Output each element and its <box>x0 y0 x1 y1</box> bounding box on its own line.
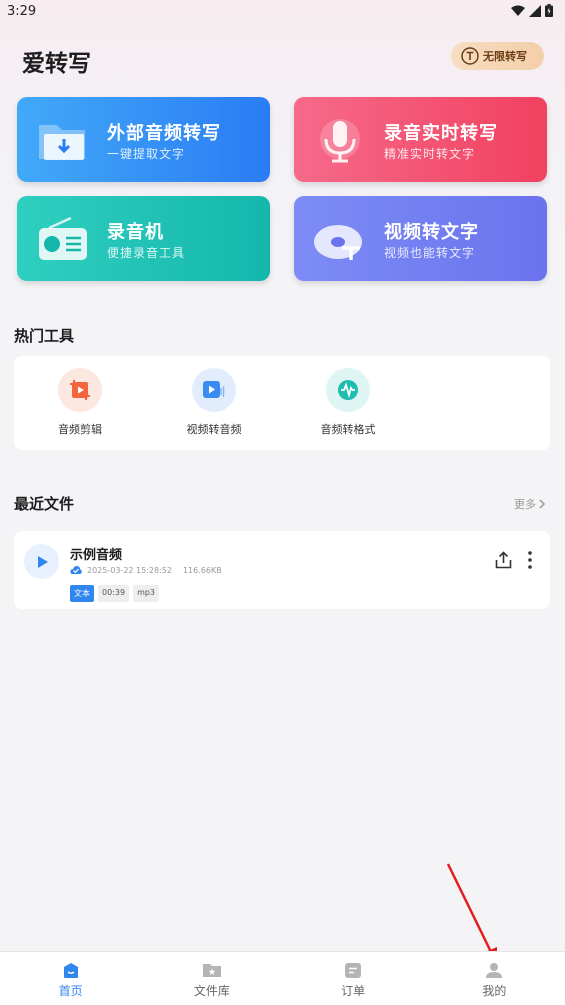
file-date: 2025-03-22 15:28:52 <box>87 565 172 575</box>
bottom-tabbar: 首页 文件库 订单 我的 <box>0 951 565 1005</box>
recent-file-item[interactable]: 示例音频 2025-03-22 15:28:52 116.66KB 文本 00:… <box>14 531 550 609</box>
recorder-card[interactable]: 录音机 便捷录音工具 <box>17 196 270 281</box>
realtime-record-transcribe-card[interactable]: 录音实时转写 精准实时转文字 <box>294 97 547 182</box>
more-vertical-icon[interactable] <box>527 550 533 570</box>
file-name: 示例音频 <box>70 548 123 563</box>
unlimited-transcribe-button[interactable]: 无限转写 <box>451 42 544 70</box>
status-time: 3:29 <box>7 4 37 19</box>
audio-edit-icon <box>58 368 102 412</box>
card-subtitle: 一键提取文字 <box>107 147 186 161</box>
hot-tools-panel: 音频剪辑 视频转音频 音频转格式 <box>14 356 550 450</box>
more-link[interactable]: 更多 <box>514 496 546 512</box>
tab-home[interactable]: 首页 <box>0 952 141 1005</box>
video-to-text-card[interactable]: 视频转文字 视频也能转文字 <box>294 196 547 281</box>
file-meta: 2025-03-22 15:28:52 116.66KB <box>70 565 222 575</box>
more-label: 更多 <box>514 498 536 511</box>
cloud-check-icon <box>70 566 82 574</box>
tool-label: 音频转格式 <box>320 423 376 436</box>
tab-label: 文件库 <box>193 984 230 998</box>
tab-label: 订单 <box>341 984 366 998</box>
share-icon[interactable] <box>495 551 512 569</box>
tab-library[interactable]: 文件库 <box>141 952 282 1005</box>
hot-tools-title: 热门工具 <box>14 327 75 345</box>
tag-text: 文本 <box>70 585 94 602</box>
tag-format: mp3 <box>133 585 160 602</box>
app-title: 爱转写 <box>22 51 91 77</box>
folder-star-icon <box>202 964 221 977</box>
video-disc-icon <box>314 225 362 260</box>
tool-audio-convert[interactable]: 音频转格式 <box>298 368 398 437</box>
card-title: 录音实时转写 <box>384 123 498 144</box>
card-title: 外部音频转写 <box>107 123 221 144</box>
card-title: 录音机 <box>107 222 164 243</box>
tab-orders[interactable]: 订单 <box>283 952 424 1005</box>
tag-duration: 00:39 <box>98 585 130 602</box>
file-size: 116.66KB <box>182 565 222 575</box>
card-subtitle: 精准实时转文字 <box>384 147 476 161</box>
card-title: 视频转文字 <box>384 222 479 243</box>
audio-convert-icon <box>326 368 370 412</box>
radio-icon <box>39 216 87 260</box>
tab-label: 我的 <box>482 984 507 998</box>
tool-label: 视频转音频 <box>186 423 242 436</box>
file-tags: 文本 00:39 mp3 <box>70 585 160 602</box>
tab-label: 首页 <box>58 984 83 998</box>
play-icon <box>37 555 48 568</box>
order-list-icon <box>345 963 362 978</box>
tool-video-to-audio[interactable]: 视频转音频 <box>164 368 264 437</box>
folder-download-icon <box>39 125 85 160</box>
tool-label: 音频剪辑 <box>58 423 102 436</box>
play-button[interactable] <box>24 544 59 579</box>
card-subtitle: 视频也能转文字 <box>384 246 476 260</box>
vip-label: 无限转写 <box>483 50 527 63</box>
user-icon <box>486 963 503 978</box>
t-badge-icon <box>461 47 479 65</box>
chevron-right-icon <box>539 499 546 509</box>
tab-profile[interactable]: 我的 <box>424 952 565 1005</box>
home-icon <box>63 963 78 978</box>
external-audio-transcribe-card[interactable]: 外部音频转写 一键提取文字 <box>17 97 270 182</box>
card-subtitle: 便捷录音工具 <box>107 246 186 260</box>
microphone-icon <box>320 119 360 163</box>
wifi-icon <box>511 5 525 16</box>
tool-audio-edit[interactable]: 音频剪辑 <box>30 368 130 437</box>
video-to-audio-icon <box>192 368 236 412</box>
battery-icon <box>545 4 553 17</box>
status-bar: 3:29 <box>0 0 565 24</box>
status-icons <box>511 4 553 17</box>
recent-files-title: 最近文件 <box>14 495 75 513</box>
signal-icon <box>529 4 541 17</box>
